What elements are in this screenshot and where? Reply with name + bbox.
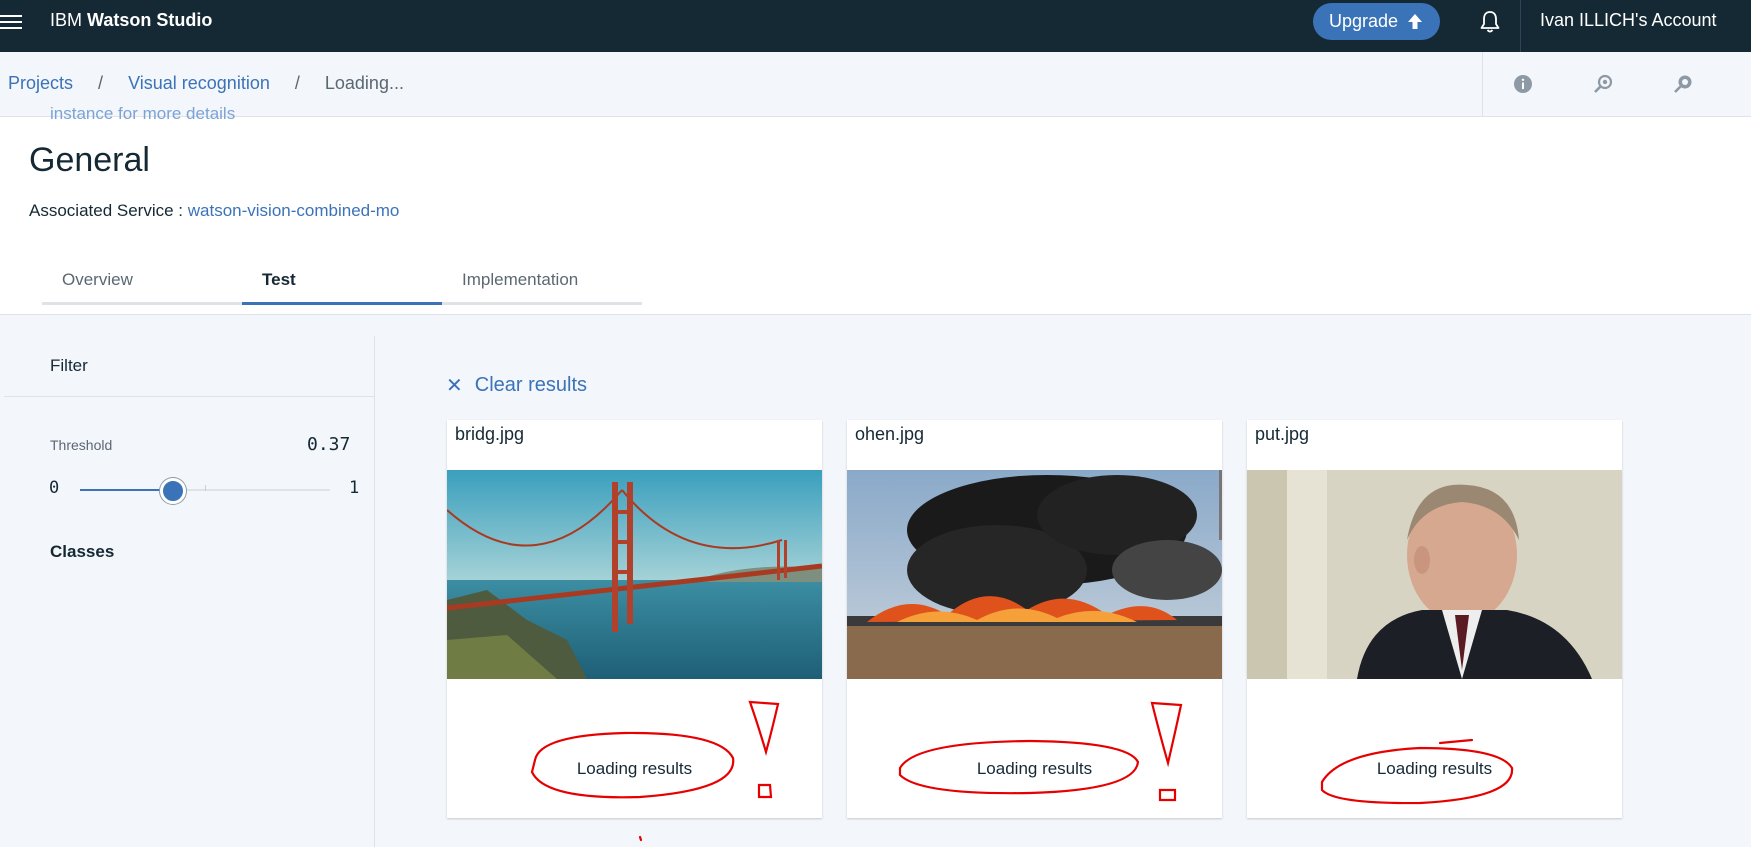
- account-menu[interactable]: Ivan ILLICH's Account: [1540, 10, 1717, 31]
- find-and-add-data-icon[interactable]: [1592, 73, 1614, 95]
- product-brand[interactable]: IBM Watson Studio: [50, 10, 212, 31]
- notifications-bell-icon[interactable]: [1477, 9, 1503, 35]
- hamburger-menu-icon[interactable]: [0, 11, 22, 33]
- toolbar-divider: [1482, 52, 1483, 116]
- threshold-max: 1: [349, 478, 360, 498]
- result-filename: ohen.jpg: [855, 424, 925, 444]
- breadcrumb-visual-recognition[interactable]: Visual recognition: [128, 73, 270, 93]
- threshold-slider-tick: [205, 485, 206, 491]
- threshold-slider-handle[interactable]: [160, 478, 186, 504]
- breadcrumb-separator: /: [98, 73, 104, 93]
- result-card[interactable]: put.jpg Loading results: [1247, 420, 1622, 818]
- result-filename: put.jpg: [1255, 424, 1310, 444]
- filter-title: Filter: [50, 356, 88, 375]
- result-status: Loading results: [976, 759, 1093, 778]
- tab-test[interactable]: Test: [242, 257, 442, 305]
- associated-service-label: Associated Service :: [29, 201, 184, 220]
- brand-prefix: IBM: [50, 10, 83, 30]
- page-title: General: [29, 141, 150, 179]
- breadcrumb-current: Loading...: [324, 73, 404, 93]
- associated-service-link[interactable]: watson-vision-combined-mo: [188, 201, 400, 220]
- result-filename: bridg.jpg: [455, 424, 525, 444]
- breadcrumb: Projects / Visual recognition / Loading.…: [8, 73, 404, 94]
- man-in-suit-portrait-photo: [1247, 470, 1622, 679]
- model-header: instance for more details General Associ…: [0, 104, 1751, 315]
- info-icon[interactable]: [1512, 73, 1534, 95]
- brand-name: Watson Studio: [87, 10, 213, 30]
- result-status: Loading results: [576, 759, 693, 778]
- upgrade-arrow-icon: [1408, 13, 1423, 29]
- close-icon: ✕: [446, 375, 463, 397]
- threshold-slider[interactable]: [80, 478, 330, 504]
- clear-results-button[interactable]: ✕ Clear results: [446, 373, 587, 398]
- result-card[interactable]: bridg.jpg Loading results: [447, 420, 822, 818]
- threshold-value: 0.37: [307, 434, 351, 455]
- threshold-label: Threshold: [50, 437, 113, 453]
- car-park-fire-photo: [847, 470, 1222, 679]
- model-tabs: Overview Test Implementation: [42, 257, 642, 305]
- top-bar-divider: [1520, 0, 1521, 52]
- filter-divider: [4, 396, 374, 397]
- top-bar: IBM Watson Studio Upgrade Ivan ILLICH's …: [0, 0, 1751, 52]
- clear-results-label: Clear results: [474, 374, 588, 396]
- upgrade-label: Upgrade: [1328, 11, 1399, 31]
- tab-overview[interactable]: Overview: [42, 257, 242, 305]
- classes-heading: Classes: [50, 542, 115, 561]
- search-assets-icon[interactable]: [1672, 73, 1694, 95]
- breadcrumb-projects[interactable]: Projects: [8, 73, 73, 93]
- instance-details-link[interactable]: instance for more details: [50, 104, 235, 124]
- tab-implementation[interactable]: Implementation: [442, 257, 642, 305]
- upgrade-button[interactable]: Upgrade: [1313, 3, 1440, 40]
- breadcrumb-bar: Projects / Visual recognition / Loading.…: [0, 52, 1751, 117]
- golden-gate-bridge-photo: [447, 470, 822, 679]
- breadcrumb-separator: /: [294, 73, 300, 93]
- threshold-min: 0: [49, 478, 60, 498]
- result-status: Loading results: [1376, 759, 1493, 778]
- filter-panel: Filter Threshold 0.37 0 1 Classes: [0, 336, 375, 847]
- result-card[interactable]: ohen.jpg Loading results: [847, 420, 1222, 818]
- associated-service: Associated Service : watson-vision-combi…: [29, 201, 399, 221]
